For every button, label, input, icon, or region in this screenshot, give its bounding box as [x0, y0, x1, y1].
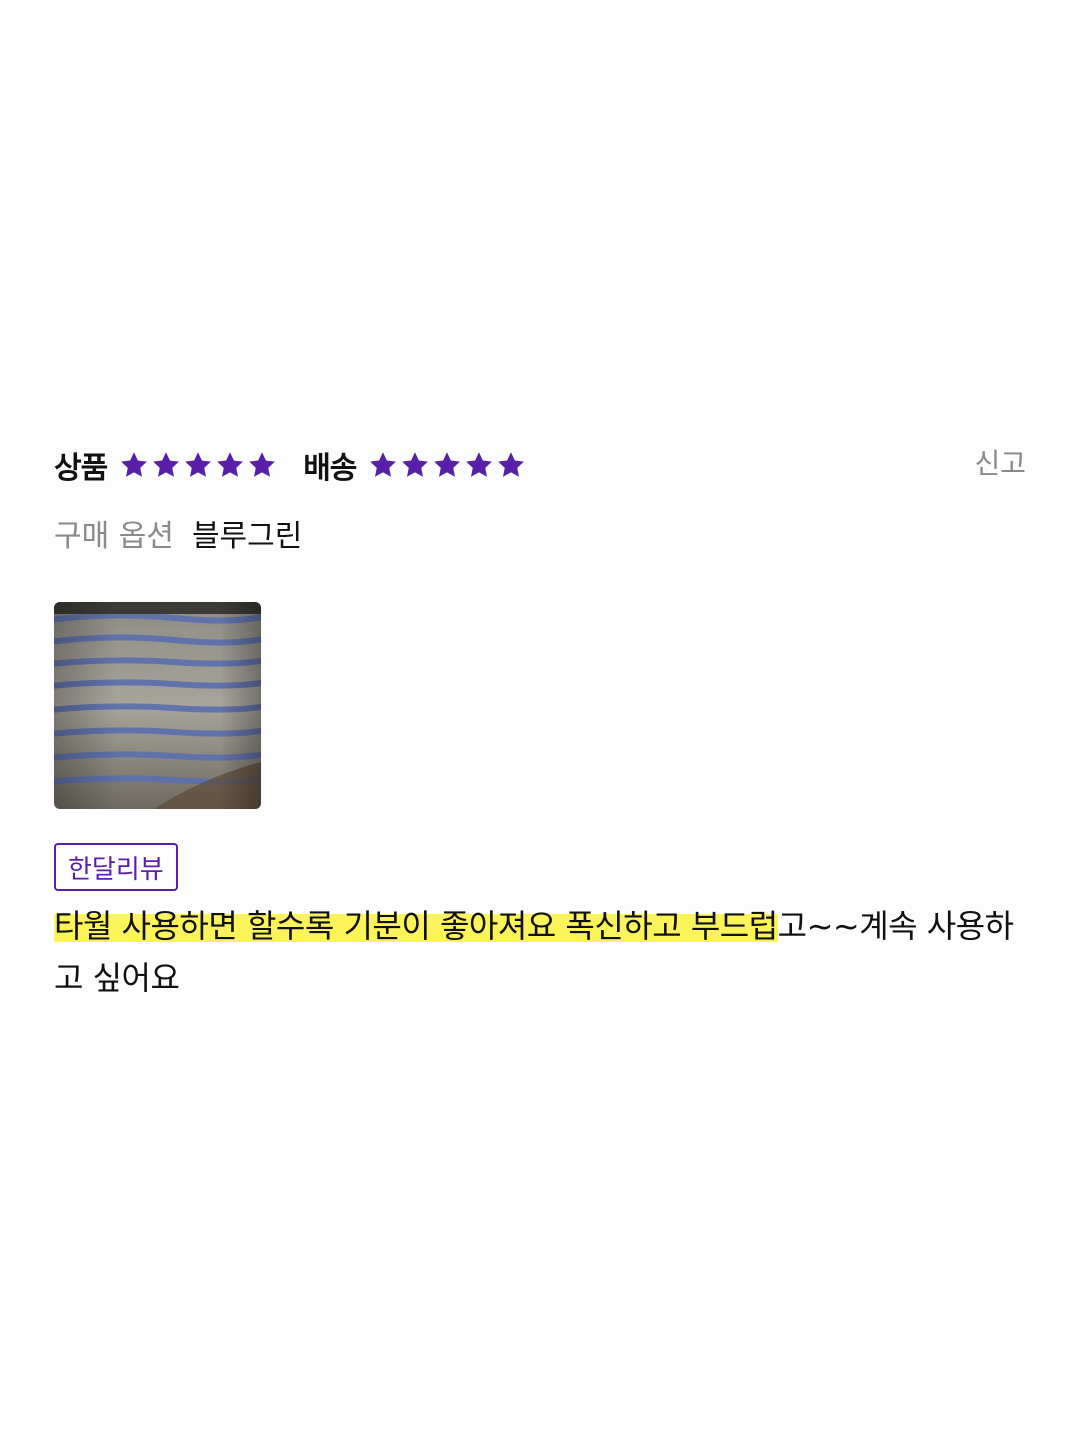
review-card: 상품 배송 신고 구매 옵션 블루그린 한달리뷰 타월 사용하면 할수록 기분이… — [0, 0, 1080, 1440]
star-icon — [466, 452, 493, 477]
delivery-stars — [368, 450, 528, 480]
report-button[interactable]: 신고 — [974, 442, 1026, 482]
purchase-option-label: 구매 옵션 — [54, 519, 174, 554]
rating-row: 상품 배송 — [54, 440, 528, 490]
delivery-rating-label: 배송 — [303, 451, 357, 486]
product-rating-label: 상품 — [54, 451, 108, 486]
product-rating: 상품 — [54, 443, 279, 487]
purchase-option: 구매 옵션 블루그린 — [54, 510, 302, 556]
star-icon — [217, 452, 244, 477]
towel-photo-icon — [54, 602, 261, 809]
review-photo-thumbnail[interactable] — [54, 602, 261, 809]
star-icon — [434, 452, 461, 477]
star-icon — [249, 452, 276, 477]
delivery-rating: 배송 — [303, 443, 528, 487]
star-icon — [498, 452, 525, 477]
star-icon — [185, 452, 212, 477]
star-icon — [370, 452, 397, 477]
one-month-review-badge: 한달리뷰 — [54, 843, 178, 891]
purchase-option-value: 블루그린 — [191, 519, 303, 554]
review-highlighted-text: 타월 사용하면 할수록 기분이 좋아져요 폭신하고 부드럽 — [54, 907, 778, 945]
star-icon — [121, 452, 148, 477]
star-icon — [402, 452, 429, 477]
star-icon — [153, 452, 180, 477]
review-body: 타월 사용하면 할수록 기분이 좋아져요 폭신하고 부드럽고~~계속 사용하고 … — [54, 900, 1024, 1004]
product-stars — [119, 450, 279, 480]
